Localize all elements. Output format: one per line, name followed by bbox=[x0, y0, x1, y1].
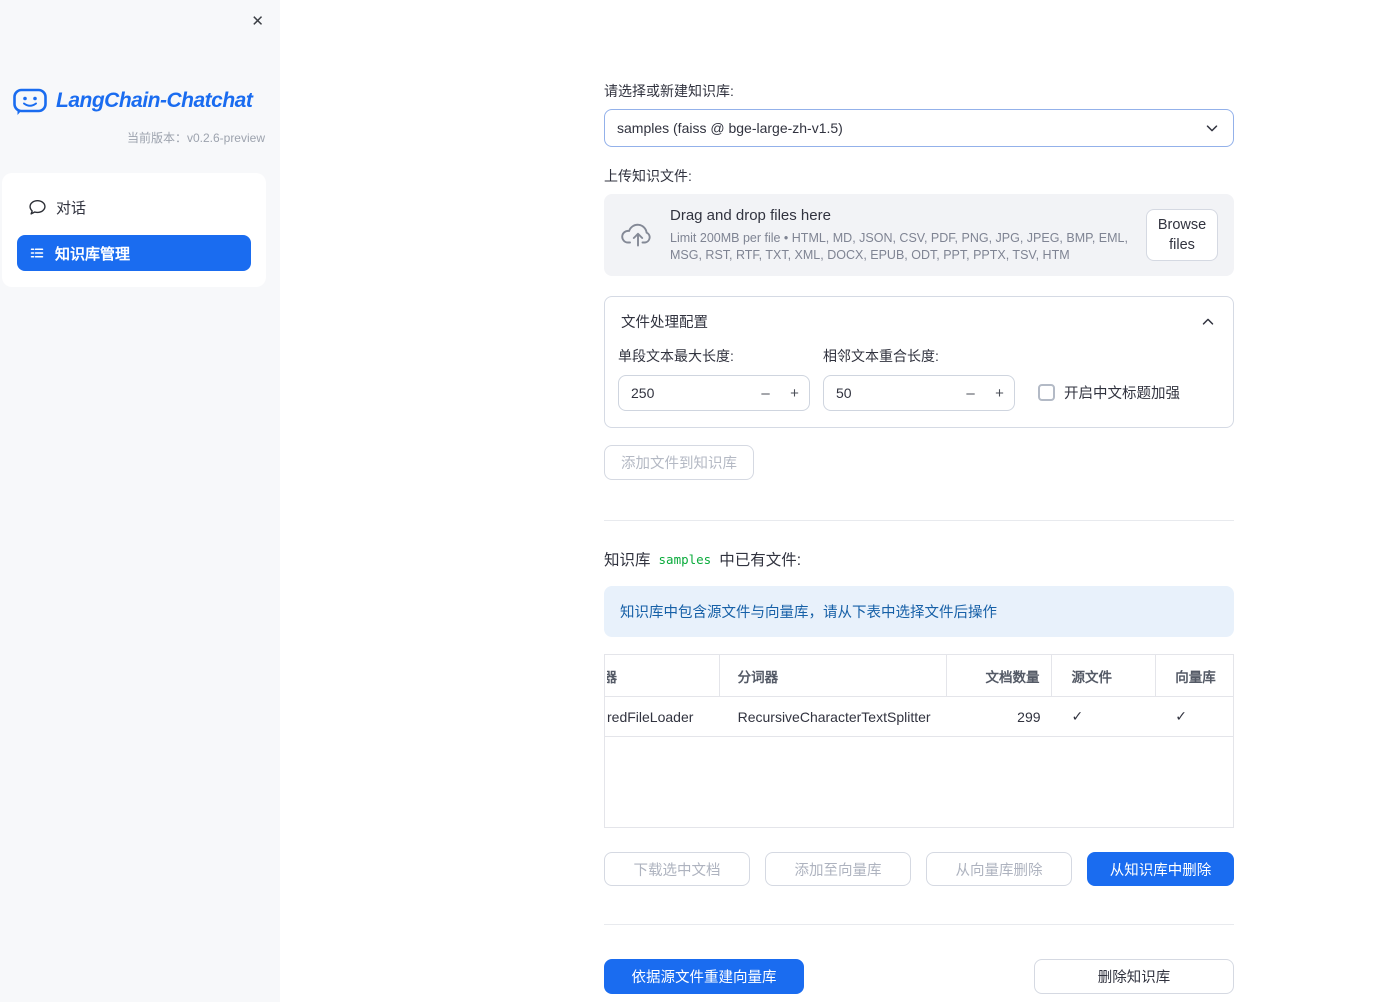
app-logo-text: LangChain-Chatchat bbox=[56, 89, 253, 112]
file-actions-row: 下载选中文档 添加至向量库 从向量库删除 从知识库中删除 bbox=[604, 852, 1234, 886]
divider bbox=[604, 924, 1234, 925]
chunk-size-increment-button[interactable]: + bbox=[780, 376, 809, 410]
dropzone-title: Drag and drop files here bbox=[670, 206, 831, 224]
expander-title: 文件处理配置 bbox=[621, 315, 708, 331]
overlap-size-increment-button[interactable]: + bbox=[985, 376, 1014, 410]
remove-from-vector-store-button[interactable]: 从向量库删除 bbox=[926, 852, 1072, 886]
overlap-size-input[interactable] bbox=[824, 385, 956, 401]
column-header-doc-count: 文档数量 bbox=[947, 655, 1052, 696]
list-icon bbox=[29, 245, 45, 261]
kb-select-label: 请选择或新建知识库: bbox=[604, 83, 734, 99]
chevron-up-icon bbox=[1199, 313, 1217, 331]
sidebar: ✕ LangChain-Chatchat 当前版本：v0.2.6-preview… bbox=[0, 0, 280, 1002]
column-header-splitter: 分词器 bbox=[720, 655, 947, 696]
version-label: 当前版本：v0.2.6-preview bbox=[126, 131, 265, 145]
overlap-size-label: 相邻文本重合长度: bbox=[823, 348, 939, 364]
dropzone-limit-text: Limit 200MB per file • HTML, MD, JSON, C… bbox=[670, 230, 1128, 262]
chatchat-logo-icon bbox=[12, 86, 48, 116]
sidebar-item-dialogue[interactable]: 对话 bbox=[17, 189, 251, 225]
delete-kb-button[interactable]: 删除知识库 bbox=[1034, 959, 1234, 994]
cell-loader: redFileLoader bbox=[607, 708, 694, 725]
chunk-size-decrement-button[interactable]: – bbox=[751, 376, 780, 410]
table-empty-area bbox=[605, 737, 1233, 827]
column-header-vector-store: 向量库 bbox=[1175, 669, 1216, 685]
existing-files-suffix: 中已有文件: bbox=[719, 552, 802, 569]
existing-files-prefix: 知识库 bbox=[604, 552, 651, 569]
kb-select-value: samples (faiss @ bge-large-zh-v1.5) bbox=[617, 120, 843, 136]
file-dropzone[interactable]: Drag and drop files here Limit 200MB per… bbox=[604, 194, 1234, 276]
info-message: 知识库中包含源文件与向量库，请从下表中选择文件后操作 bbox=[604, 586, 1234, 637]
zh-title-enhance-group: 开启中文标题加强 bbox=[1038, 382, 1180, 403]
cell-source-file-check: ✓ bbox=[1071, 708, 1084, 724]
chevron-down-icon bbox=[1203, 119, 1221, 137]
sidebar-item-label: 对话 bbox=[56, 199, 87, 217]
cloud-upload-icon bbox=[620, 221, 656, 249]
cell-vector-store-check: ✓ bbox=[1175, 708, 1187, 724]
sidebar-item-kb-management[interactable]: 知识库管理 bbox=[17, 235, 251, 271]
column-header-source-file: 源文件 bbox=[1052, 655, 1157, 696]
add-to-vector-store-button[interactable]: 添加至向量库 bbox=[765, 852, 911, 886]
chunk-size-input[interactable] bbox=[619, 385, 751, 401]
expander-header[interactable]: 文件处理配置 bbox=[618, 311, 1220, 332]
chunk-size-group: 单段文本最大长度: – + bbox=[618, 346, 810, 411]
sidebar-menu: 对话 知识库管理 bbox=[2, 173, 266, 287]
download-selected-button[interactable]: 下载选中文档 bbox=[604, 852, 750, 886]
expander-body: 单段文本最大长度: – + 相邻文本重合长度: – + 开启中文标题加强 bbox=[618, 346, 1220, 411]
kb-select[interactable]: samples (faiss @ bge-large-zh-v1.5) bbox=[604, 109, 1234, 147]
app-logo: LangChain-Chatchat bbox=[12, 86, 280, 116]
overlap-size-input-wrap: – + bbox=[823, 375, 1015, 411]
table-row[interactable]: redFileLoader RecursiveCharacterTextSpli… bbox=[605, 697, 1233, 737]
cell-doc-count: 299 bbox=[1017, 708, 1041, 725]
overlap-size-group: 相邻文本重合长度: – + bbox=[823, 346, 1015, 411]
delete-from-kb-button[interactable]: 从知识库中删除 bbox=[1087, 852, 1234, 886]
column-header-loader-text: 器 bbox=[607, 666, 617, 686]
chunk-size-input-wrap: – + bbox=[618, 375, 810, 411]
upload-label: 上传知识文件: bbox=[604, 168, 692, 184]
main-content: 请选择或新建知识库: samples (faiss @ bge-large-zh… bbox=[604, 0, 1234, 994]
browse-files-button[interactable]: Browse files bbox=[1146, 209, 1218, 261]
column-header-loader: 器 bbox=[605, 655, 720, 696]
add-files-to-kb-button[interactable]: 添加文件到知识库 bbox=[604, 445, 754, 480]
chunk-size-label: 单段文本最大长度: bbox=[618, 348, 734, 364]
cell-splitter: RecursiveCharacterTextSplitter bbox=[737, 708, 931, 725]
dropzone-instructions: Drag and drop files here Limit 200MB per… bbox=[670, 207, 1132, 264]
kb-name-code: samples bbox=[658, 551, 712, 567]
chat-bubble-icon bbox=[29, 199, 46, 216]
files-table: 器 分词器 文档数量 源文件 向量库 redFileLoader Recursi… bbox=[604, 654, 1234, 828]
table-header-row: 器 分词器 文档数量 源文件 向量库 bbox=[605, 655, 1233, 697]
divider bbox=[604, 520, 1234, 521]
overlap-size-decrement-button[interactable]: – bbox=[956, 376, 985, 410]
existing-files-heading: 知识库 samples 中已有文件: bbox=[604, 548, 1234, 570]
file-config-expander: 文件处理配置 单段文本最大长度: – + 相邻文本重合长度: bbox=[604, 296, 1234, 428]
sidebar-item-label: 知识库管理 bbox=[55, 245, 131, 263]
zh-title-enhance-checkbox[interactable] bbox=[1038, 384, 1055, 401]
rebuild-vector-store-button[interactable]: 依据源文件重建向量库 bbox=[604, 959, 804, 994]
sidebar-close-icon[interactable]: ✕ bbox=[247, 8, 268, 34]
zh-title-enhance-label: 开启中文标题加强 bbox=[1064, 386, 1180, 402]
kb-actions-row: 依据源文件重建向量库 删除知识库 bbox=[604, 959, 1234, 994]
